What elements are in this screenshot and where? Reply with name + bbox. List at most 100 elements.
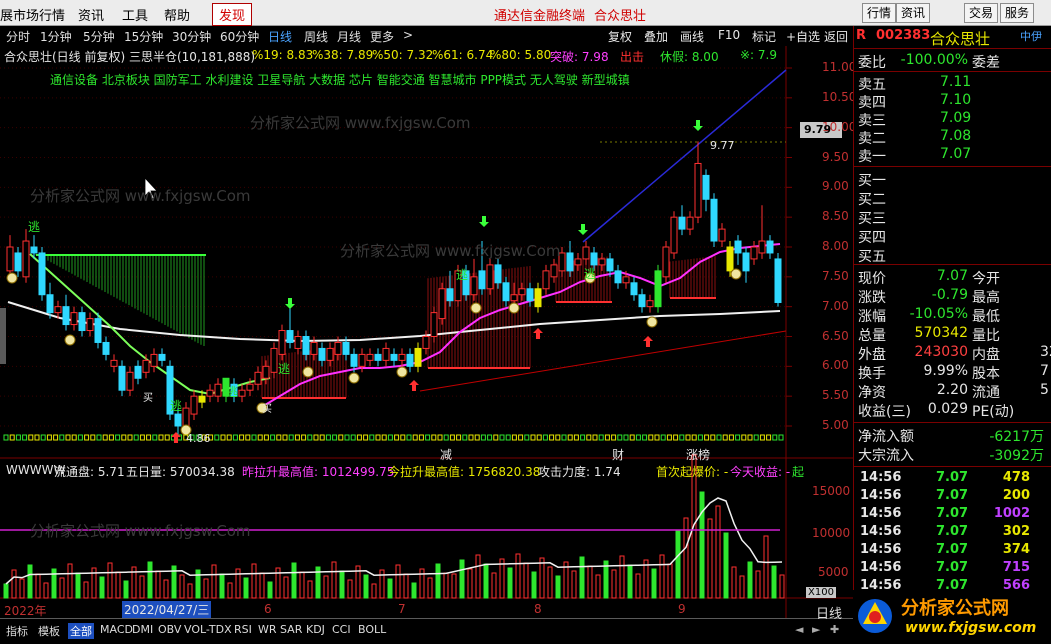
tab-boll[interactable]: BOLL xyxy=(358,623,386,636)
menu-market[interactable]: 展市场行情 xyxy=(0,5,65,24)
sell-row: 卖二 7.08 xyxy=(854,128,1051,147)
scroll-left-icon[interactable]: ◄ xyxy=(795,623,803,636)
signal-square xyxy=(146,434,152,441)
signal-square xyxy=(294,434,300,441)
candle-body xyxy=(366,353,374,361)
left-collapse-handle[interactable] xyxy=(0,308,6,364)
tab-sar[interactable]: SAR xyxy=(280,623,302,636)
signal-square xyxy=(549,434,555,441)
menu-news[interactable]: 资讯 xyxy=(78,5,104,24)
candle-body xyxy=(486,264,494,290)
signal-square xyxy=(96,434,102,441)
watermark-2: 分析家公式网 www.fxjgsw.Com xyxy=(30,187,251,205)
tab-macd[interactable]: MACD xyxy=(100,623,133,636)
quote-header: R 002383 合众思壮 中伊 xyxy=(854,28,1051,48)
volume-bar xyxy=(99,576,105,599)
f10-button[interactable]: F10 xyxy=(718,28,740,42)
period-intraday[interactable]: 分时 xyxy=(6,28,30,45)
tab-dmi[interactable]: DMI xyxy=(132,623,153,636)
vol-axis-5000: 5000 xyxy=(818,565,849,579)
draw-button[interactable]: 画线 xyxy=(680,28,704,45)
period-60min[interactable]: 60分钟 xyxy=(220,28,259,45)
watermark-1: 分析家公式网 www.fxjgsw.Com xyxy=(250,114,471,132)
sell-price: 7.10 xyxy=(940,92,972,108)
scroll-right-icon[interactable]: ► xyxy=(812,623,820,636)
back-button[interactable]: 返回 xyxy=(824,28,848,45)
money-bag-icon xyxy=(470,302,482,314)
tab-vol-tdx[interactable]: VOL-TDX xyxy=(184,623,232,636)
period-1min[interactable]: 1分钟 xyxy=(40,28,72,45)
stat-row: 现价 7.07 今开 xyxy=(854,268,1051,287)
add-watchlist-button[interactable]: +自选 xyxy=(786,28,820,45)
mark-finance: 财 xyxy=(612,448,625,462)
signal-square xyxy=(307,434,313,441)
candle-body xyxy=(606,258,614,272)
stat-label: 涨幅 xyxy=(858,309,886,325)
period-monthly[interactable]: 月线 xyxy=(337,28,361,45)
mark-button[interactable]: 标记 xyxy=(752,28,776,45)
candle-body xyxy=(582,246,590,260)
signal-square xyxy=(462,434,468,441)
signal-square xyxy=(257,434,263,441)
period-15min[interactable]: 15分钟 xyxy=(124,28,163,45)
tab-obv[interactable]: OBV xyxy=(158,623,181,636)
tick-time: 14:56 xyxy=(860,542,902,557)
metric-80: %80: 5.80 xyxy=(490,48,552,62)
volume-bar xyxy=(707,518,713,599)
app-stock-name: 合众思壮 xyxy=(594,9,647,24)
candle-body xyxy=(422,336,430,349)
candle-body xyxy=(326,347,334,361)
trade-button[interactable]: 交易 xyxy=(964,3,999,23)
sell-label: 卖五 xyxy=(858,77,886,93)
candle-body xyxy=(638,294,646,308)
volume-bar xyxy=(539,557,545,599)
volume-bar xyxy=(331,561,337,599)
volume-bar xyxy=(619,555,625,599)
tick-time: 14:56 xyxy=(860,560,902,575)
menu-tools[interactable]: 工具 xyxy=(122,5,148,24)
volume-bar xyxy=(571,570,577,599)
menu-discover[interactable]: 发现 xyxy=(212,3,253,26)
signal-square xyxy=(437,434,443,441)
period-next[interactable]: > xyxy=(403,28,413,42)
tab-wr[interactable]: WR xyxy=(258,623,277,636)
watermark-3: 分析家公式网 www.fxjgsw.Com xyxy=(340,242,561,260)
period-more[interactable]: 更多 xyxy=(370,28,394,45)
volume-bar xyxy=(267,581,273,599)
signal-square xyxy=(666,434,672,441)
date-month-9: 9 xyxy=(678,602,686,616)
tick-price: 7.07 xyxy=(936,488,969,503)
period-30min[interactable]: 30分钟 xyxy=(172,28,211,45)
tab-cci[interactable]: CCI xyxy=(332,623,351,636)
tab-kdj[interactable]: KDJ xyxy=(306,623,325,636)
period-daily[interactable]: 日线 xyxy=(268,28,292,45)
overlay-button[interactable]: 叠加 xyxy=(644,28,668,45)
stat-value-2: 5 xyxy=(1040,382,1049,398)
down-arrow-icon xyxy=(578,224,588,235)
signal-square xyxy=(456,434,462,441)
info-button[interactable]: 资讯 xyxy=(896,3,931,23)
menu-help[interactable]: 帮助 xyxy=(164,5,190,24)
signal-square xyxy=(90,434,96,441)
buy-row: 买二 xyxy=(854,189,1051,208)
tab-template[interactable]: 模板 xyxy=(38,623,60,639)
vol-attack: 攻击力度: 1.74 xyxy=(538,465,621,479)
date-month-8: 8 xyxy=(534,602,542,616)
zoom-icon[interactable]: ✚ xyxy=(830,623,839,636)
tick-row: 14:56 7.07 478 xyxy=(854,470,1051,488)
bottom-period-label[interactable]: 日线 xyxy=(816,603,842,622)
period-5min[interactable]: 5分钟 xyxy=(83,28,115,45)
watermark-4: 分析家公式网 www.fxjgsw.Com xyxy=(30,522,251,540)
signal-square xyxy=(536,434,542,441)
tab-all[interactable]: 全部 xyxy=(68,623,94,639)
tab-rsi[interactable]: RSI xyxy=(234,623,252,636)
vol-today-high: 今拉升最高值: 1756820.38 xyxy=(388,465,541,479)
period-weekly[interactable]: 周线 xyxy=(304,28,328,45)
adjust-button[interactable]: 复权 xyxy=(608,28,632,45)
signal-square xyxy=(332,434,338,441)
quote-button[interactable]: 行情 xyxy=(862,3,897,23)
tab-indicator[interactable]: 指标 xyxy=(6,623,28,639)
tick-row: 14:56 7.07 1002 xyxy=(854,506,1051,524)
service-button[interactable]: 服务 xyxy=(1000,3,1035,23)
volume-bar xyxy=(763,535,769,599)
